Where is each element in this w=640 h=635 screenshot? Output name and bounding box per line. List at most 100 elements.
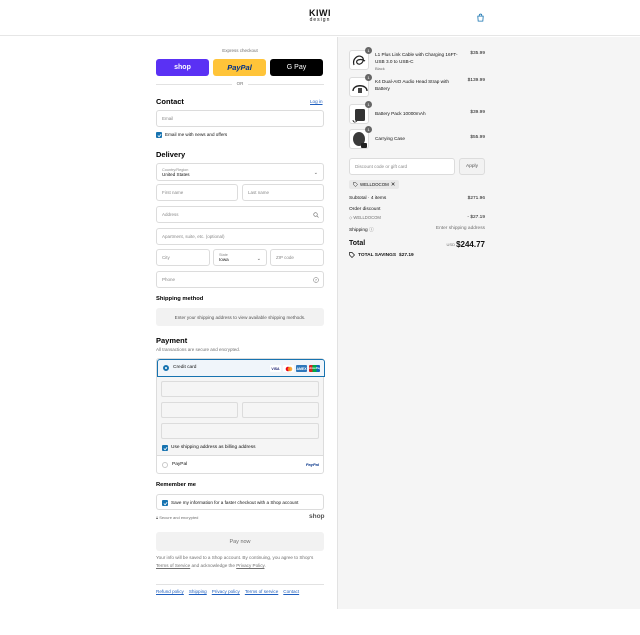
card-expiry-input[interactable] xyxy=(161,402,238,418)
paypal-logo: PayPal xyxy=(305,462,319,467)
card-brands: VISA AMEX UnionPay xyxy=(270,365,320,372)
phone-placeholder: Phone xyxy=(162,277,176,282)
subtotal-label: Subtotal · 4 items xyxy=(349,196,387,201)
address-input[interactable]: Address xyxy=(156,206,324,223)
paypal-label: PayPal xyxy=(172,462,188,467)
cable-icon xyxy=(353,55,366,66)
item-price: $139.99 xyxy=(467,78,485,83)
pay-now-button[interactable]: Pay now xyxy=(156,532,324,551)
order-discount-row: Order discount xyxy=(349,207,485,212)
brand-logo-line2: design xyxy=(309,17,331,23)
item-title: Carrying Case xyxy=(375,136,405,141)
item-title: L1 Plus Link Cable with Charging 16FT- U… xyxy=(375,52,458,64)
page-bottom xyxy=(0,609,640,635)
remove-discount-icon[interactable]: ✕ xyxy=(391,182,396,188)
country-select[interactable]: Country/Region United States ⌄ xyxy=(156,163,324,181)
credit-card-label: Credit card xyxy=(173,365,197,370)
terms-of-service-footer-link[interactable]: Terms of service xyxy=(245,589,278,594)
shopping-bag-icon[interactable] xyxy=(476,13,485,22)
card-name-input[interactable] xyxy=(161,423,319,439)
shipping-link[interactable]: Shipping xyxy=(189,589,207,594)
help-circle-icon[interactable]: ⓘ xyxy=(369,228,374,233)
login-link[interactable]: Log in xyxy=(310,99,323,104)
chevron-down-icon: ⌄ xyxy=(256,256,261,262)
apartment-placeholder: Apartment, suite, etc. (optional) xyxy=(162,234,225,239)
zip-input[interactable]: ZIP code xyxy=(270,249,324,266)
secure-note: 🔒︎ Secure and encrypted xyxy=(156,515,198,520)
terms-of-service-link[interactable]: Terms of Service xyxy=(156,563,190,568)
paypal-option[interactable]: PayPal PayPal xyxy=(157,455,323,474)
head-strap-icon xyxy=(352,85,368,93)
item-name: Carrying Case xyxy=(375,135,461,142)
cart-item: 1 Battery Pack 10000mAh $39.99 xyxy=(349,101,485,126)
subtotal-row: Subtotal · 4 items $271.96 xyxy=(349,196,485,201)
item-price: $39.99 xyxy=(470,110,485,115)
quantity-badge: 1 xyxy=(365,126,372,133)
shipping-label: Shipping xyxy=(349,228,368,233)
shipping-method-title: Shipping method xyxy=(156,296,204,302)
remember-me-title: Remember me xyxy=(156,482,196,488)
mastercard-icon xyxy=(283,365,294,372)
item-price: $35.99 xyxy=(470,51,485,56)
city-input[interactable]: City xyxy=(156,249,210,266)
lock-icon: 🔒︎ xyxy=(156,515,159,520)
checkmark-icon xyxy=(157,133,161,137)
total-value: $244.77 xyxy=(456,240,485,249)
contact-link[interactable]: Contact xyxy=(283,589,299,594)
credit-card-radio[interactable] xyxy=(163,365,169,371)
tag-icon: ◇ xyxy=(349,215,353,220)
subtotal-value: $271.96 xyxy=(467,196,485,201)
discount-code-placeholder: Discount code or gift card xyxy=(355,164,408,169)
header: KIWI design xyxy=(0,0,640,36)
credit-card-option[interactable]: Credit card VISA AMEX UnionPay xyxy=(157,359,325,377)
first-name-input[interactable]: First name xyxy=(156,184,238,201)
save-info-label: Save my information for a faster checkou… xyxy=(171,500,299,505)
first-name-placeholder: First name xyxy=(162,190,184,195)
discount-value: - $27.19 xyxy=(467,215,485,220)
brand-logo[interactable]: KIWI design xyxy=(306,9,334,23)
help-circle-icon[interactable]: ? xyxy=(313,277,319,283)
shop-pay-button[interactable]: shop xyxy=(156,59,209,76)
item-name: Battery Pack 10000mAh xyxy=(375,110,461,117)
privacy-policy-footer-link[interactable]: Privacy policy xyxy=(212,589,240,594)
apply-discount-button[interactable]: Apply xyxy=(459,158,485,175)
billing-same-checkbox[interactable] xyxy=(162,445,168,451)
paypal-radio[interactable] xyxy=(162,462,168,468)
last-name-input[interactable]: Last name xyxy=(242,184,324,201)
apartment-input[interactable]: Apartment, suite, etc. (optional) xyxy=(156,228,324,245)
save-info-checkbox[interactable] xyxy=(162,500,168,506)
newsletter-checkbox[interactable] xyxy=(156,132,162,138)
order-discount-label: Order discount xyxy=(349,207,381,212)
svg-text:?: ? xyxy=(315,278,317,282)
card-number-input[interactable] xyxy=(161,381,319,397)
city-placeholder: City xyxy=(162,255,170,260)
item-variant: Black xyxy=(375,66,385,71)
card-cvv-input[interactable] xyxy=(242,402,319,418)
google-pay-button[interactable]: G Pay xyxy=(270,59,323,76)
discount-tag: WELLDOCOM ✕ xyxy=(349,180,400,189)
battery-pack-icon xyxy=(352,109,365,123)
address-placeholder: Address xyxy=(162,212,179,217)
privacy-policy-link[interactable]: Privacy Policy xyxy=(236,563,264,568)
quantity-badge: 1 xyxy=(365,101,372,108)
billing-same-label: Use shipping address as billing address xyxy=(171,445,256,450)
legal-text-1: Your info will be saved to a Shop accoun… xyxy=(156,555,314,560)
total-label: Total xyxy=(349,240,366,247)
delivery-title: Delivery xyxy=(156,150,186,159)
quantity-badge: 1 xyxy=(365,74,372,81)
cart-item: 1 Carrying Case $55.99 xyxy=(349,126,485,151)
paypal-button[interactable]: PayPal xyxy=(213,59,266,76)
newsletter-label: Email me with news and offers xyxy=(165,132,228,137)
email-input[interactable]: Email xyxy=(156,110,324,127)
last-name-placeholder: Last name xyxy=(248,190,270,195)
discount-tag-code: WELLDOCOM xyxy=(360,182,389,187)
phone-input[interactable]: Phone ? xyxy=(156,271,324,288)
state-value: Iowa xyxy=(219,257,229,262)
shipping-row: Shipping ⓘ Enter shipping address xyxy=(349,226,485,233)
express-checkout-label: Express checkout xyxy=(222,48,258,53)
refund-policy-link[interactable]: Refund policy xyxy=(156,589,184,594)
cart-item: 1 L1 Plus Link Cable with Charging 16FT-… xyxy=(349,47,485,72)
state-select[interactable]: State Iowa ⌄ xyxy=(213,249,267,266)
discount-code-input[interactable]: Discount code or gift card xyxy=(349,158,455,175)
shipping-info-box: Enter your shipping address to view avai… xyxy=(156,308,324,326)
